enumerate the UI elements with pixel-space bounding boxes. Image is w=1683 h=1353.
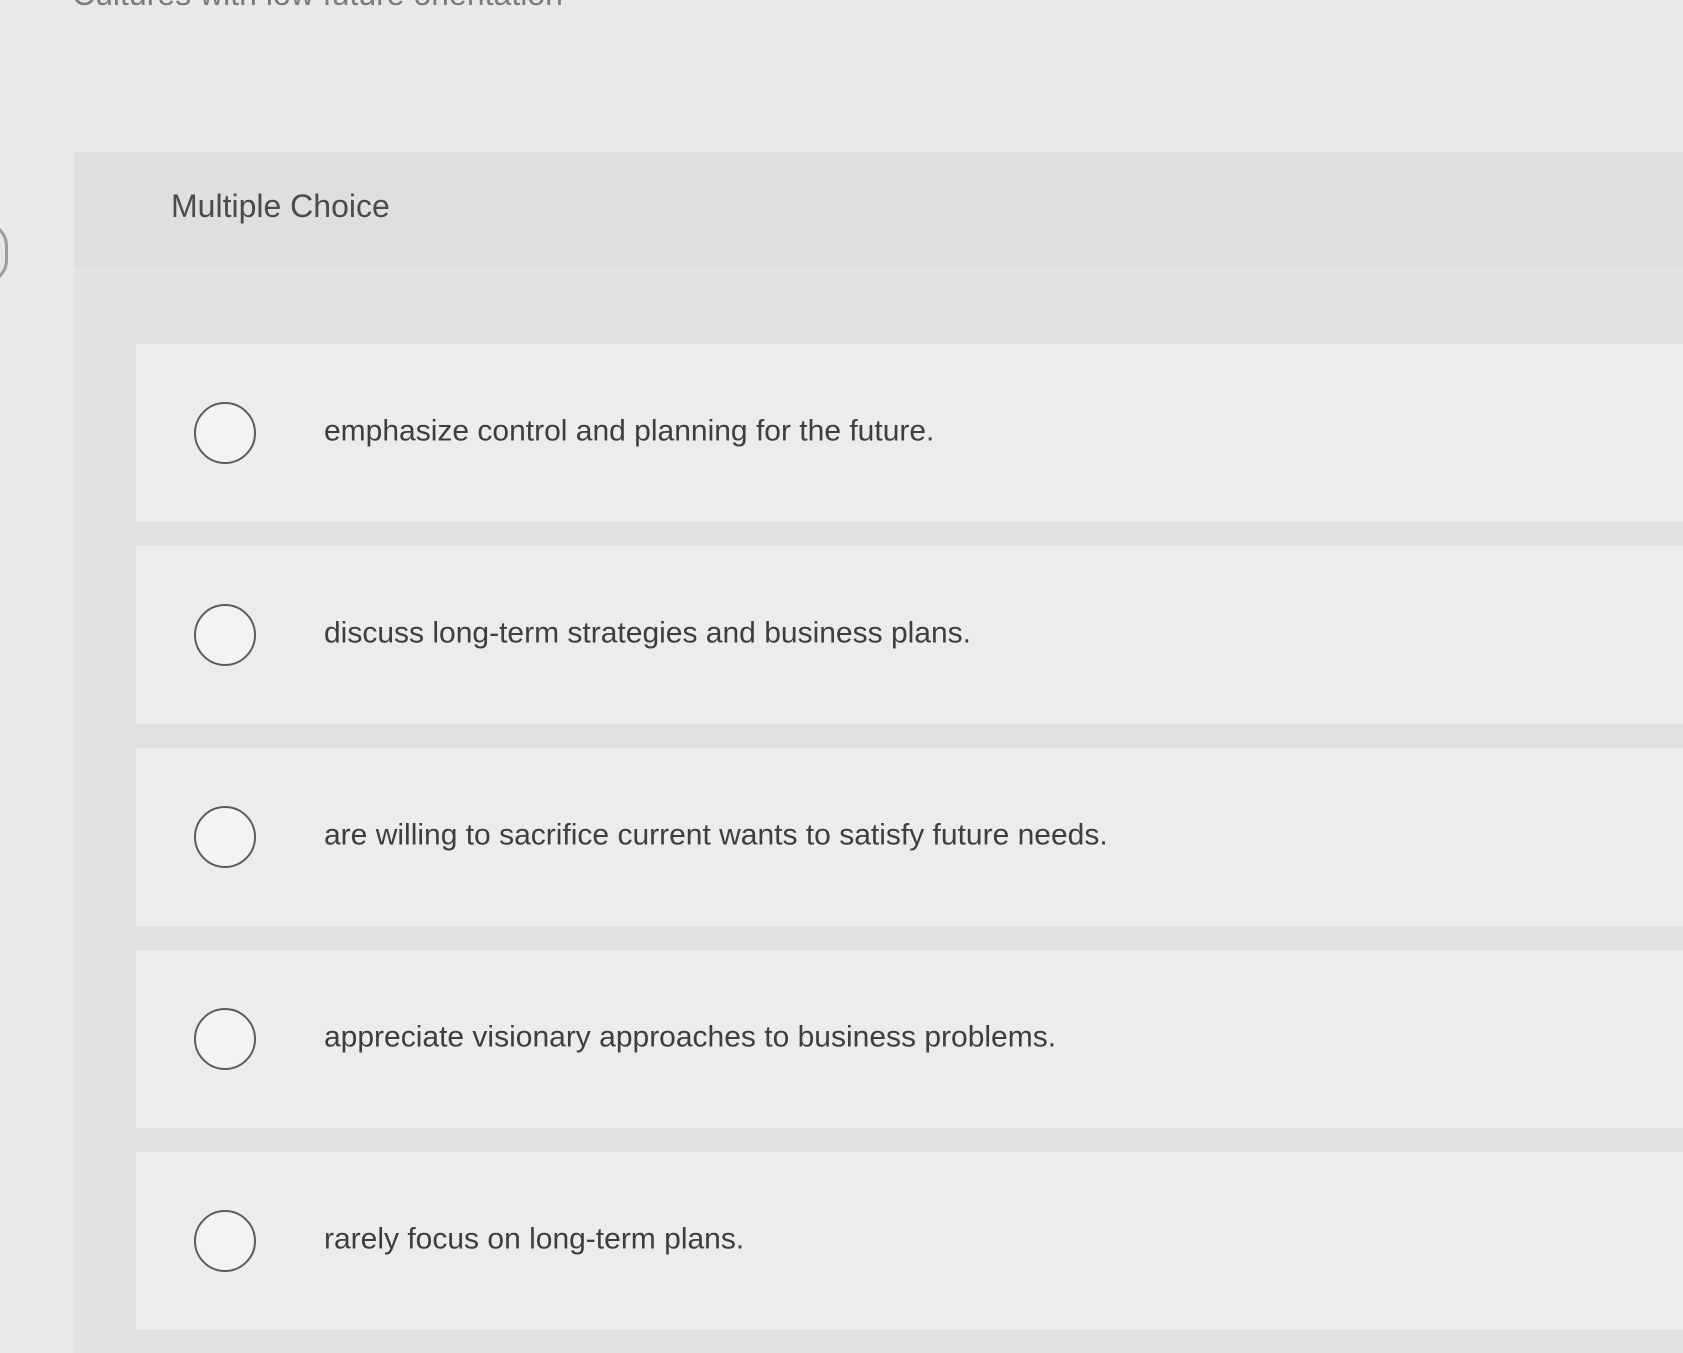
radio-button[interactable] xyxy=(194,604,256,666)
radio-button[interactable] xyxy=(194,806,256,868)
option-label: appreciate visionary approaches to busin… xyxy=(324,1020,1057,1054)
answer-option[interactable]: are willing to sacrifice current wants t… xyxy=(136,736,1683,938)
radio-button[interactable] xyxy=(194,1210,256,1272)
answer-option[interactable]: appreciate visionary approaches to busin… xyxy=(136,938,1683,1140)
question-type-label: Multiple Choice xyxy=(171,188,390,224)
radio-button[interactable] xyxy=(194,402,256,464)
option-label: emphasize control and planning for the f… xyxy=(324,414,935,448)
answer-options: emphasize control and planning for the f… xyxy=(136,332,1683,1342)
answer-option[interactable]: rarely focus on long-term plans. xyxy=(136,1140,1683,1342)
radio-button[interactable] xyxy=(194,1008,256,1070)
option-label: are willing to sacrifice current wants t… xyxy=(324,818,1108,852)
panel-header: Multiple Choice xyxy=(74,152,1683,267)
answer-option[interactable]: discuss long-term strategies and busines… xyxy=(136,534,1683,736)
option-label: rarely focus on long-term plans. xyxy=(324,1222,745,1256)
answer-option[interactable]: emphasize control and planning for the f… xyxy=(136,332,1683,534)
multiple-choice-panel: Multiple Choice emphasize control and pl… xyxy=(74,152,1683,1353)
question-stem: Cultures with low future orientation xyxy=(72,0,563,13)
option-label: discuss long-term strategies and busines… xyxy=(324,616,971,650)
side-collapse-tab[interactable] xyxy=(0,222,8,284)
